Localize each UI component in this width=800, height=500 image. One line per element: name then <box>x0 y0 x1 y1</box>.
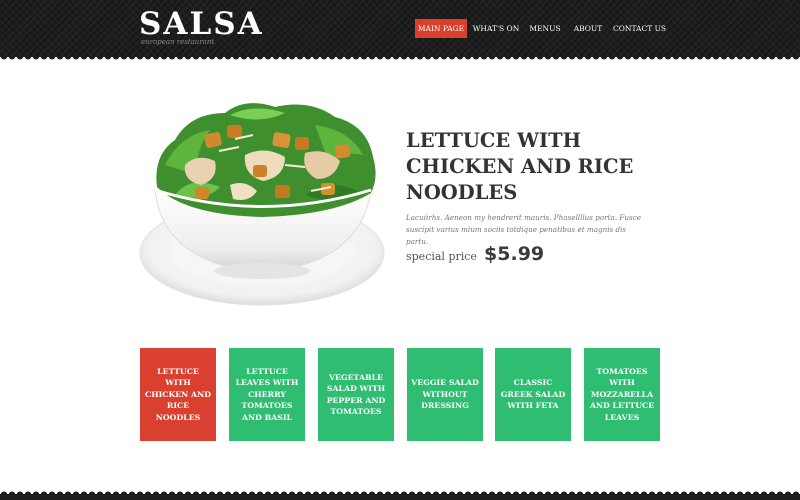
site-tagline: european restaurant <box>141 38 215 46</box>
nav-about[interactable]: ABOUT <box>570 19 606 38</box>
featured-dish-title: LETTUCE WITH CHICKEN AND RICE NOODLES <box>406 129 634 204</box>
nav-menus[interactable]: MENUS <box>527 19 563 38</box>
dish-tile-veggie-salad[interactable]: VEGGIE SALAD WITHOUT DRESSING <box>407 348 483 441</box>
salad-bowl-image <box>135 95 395 315</box>
nav-main-page[interactable]: MAIN PAGE <box>415 19 467 38</box>
site-footer <box>0 494 800 500</box>
dish-tile-tomatoes-mozzarella[interactable]: TOMATOES WITH MOZZARELLA AND LETTUCE LEA… <box>584 348 660 441</box>
dish-tile-lettuce-chicken[interactable]: LETTUCE WITH CHICKEN AND RICE NOODLES <box>140 348 216 441</box>
dish-tile-lettuce-cherry-tomatoes[interactable]: LETTUCE LEAVES WITH CHERRY TOMATOES AND … <box>229 348 305 441</box>
dish-tile-vegetable-salad[interactable]: VEGETABLE SALAD WITH PEPPER AND TOMATOES <box>318 348 394 441</box>
nav-whats-on[interactable]: WHAT'S ON <box>472 19 520 38</box>
price-row: special price $5.99 <box>406 243 544 269</box>
price-value: $5.99 <box>484 243 545 265</box>
dish-tile-greek-salad[interactable]: CLASSIC GREEK SALAD WITH FETA <box>495 348 571 441</box>
nav-contact-us[interactable]: CONTACT US <box>613 19 666 38</box>
header-scalloped-edge <box>0 56 800 62</box>
price-label: special price <box>406 250 477 263</box>
site-header <box>0 0 800 57</box>
